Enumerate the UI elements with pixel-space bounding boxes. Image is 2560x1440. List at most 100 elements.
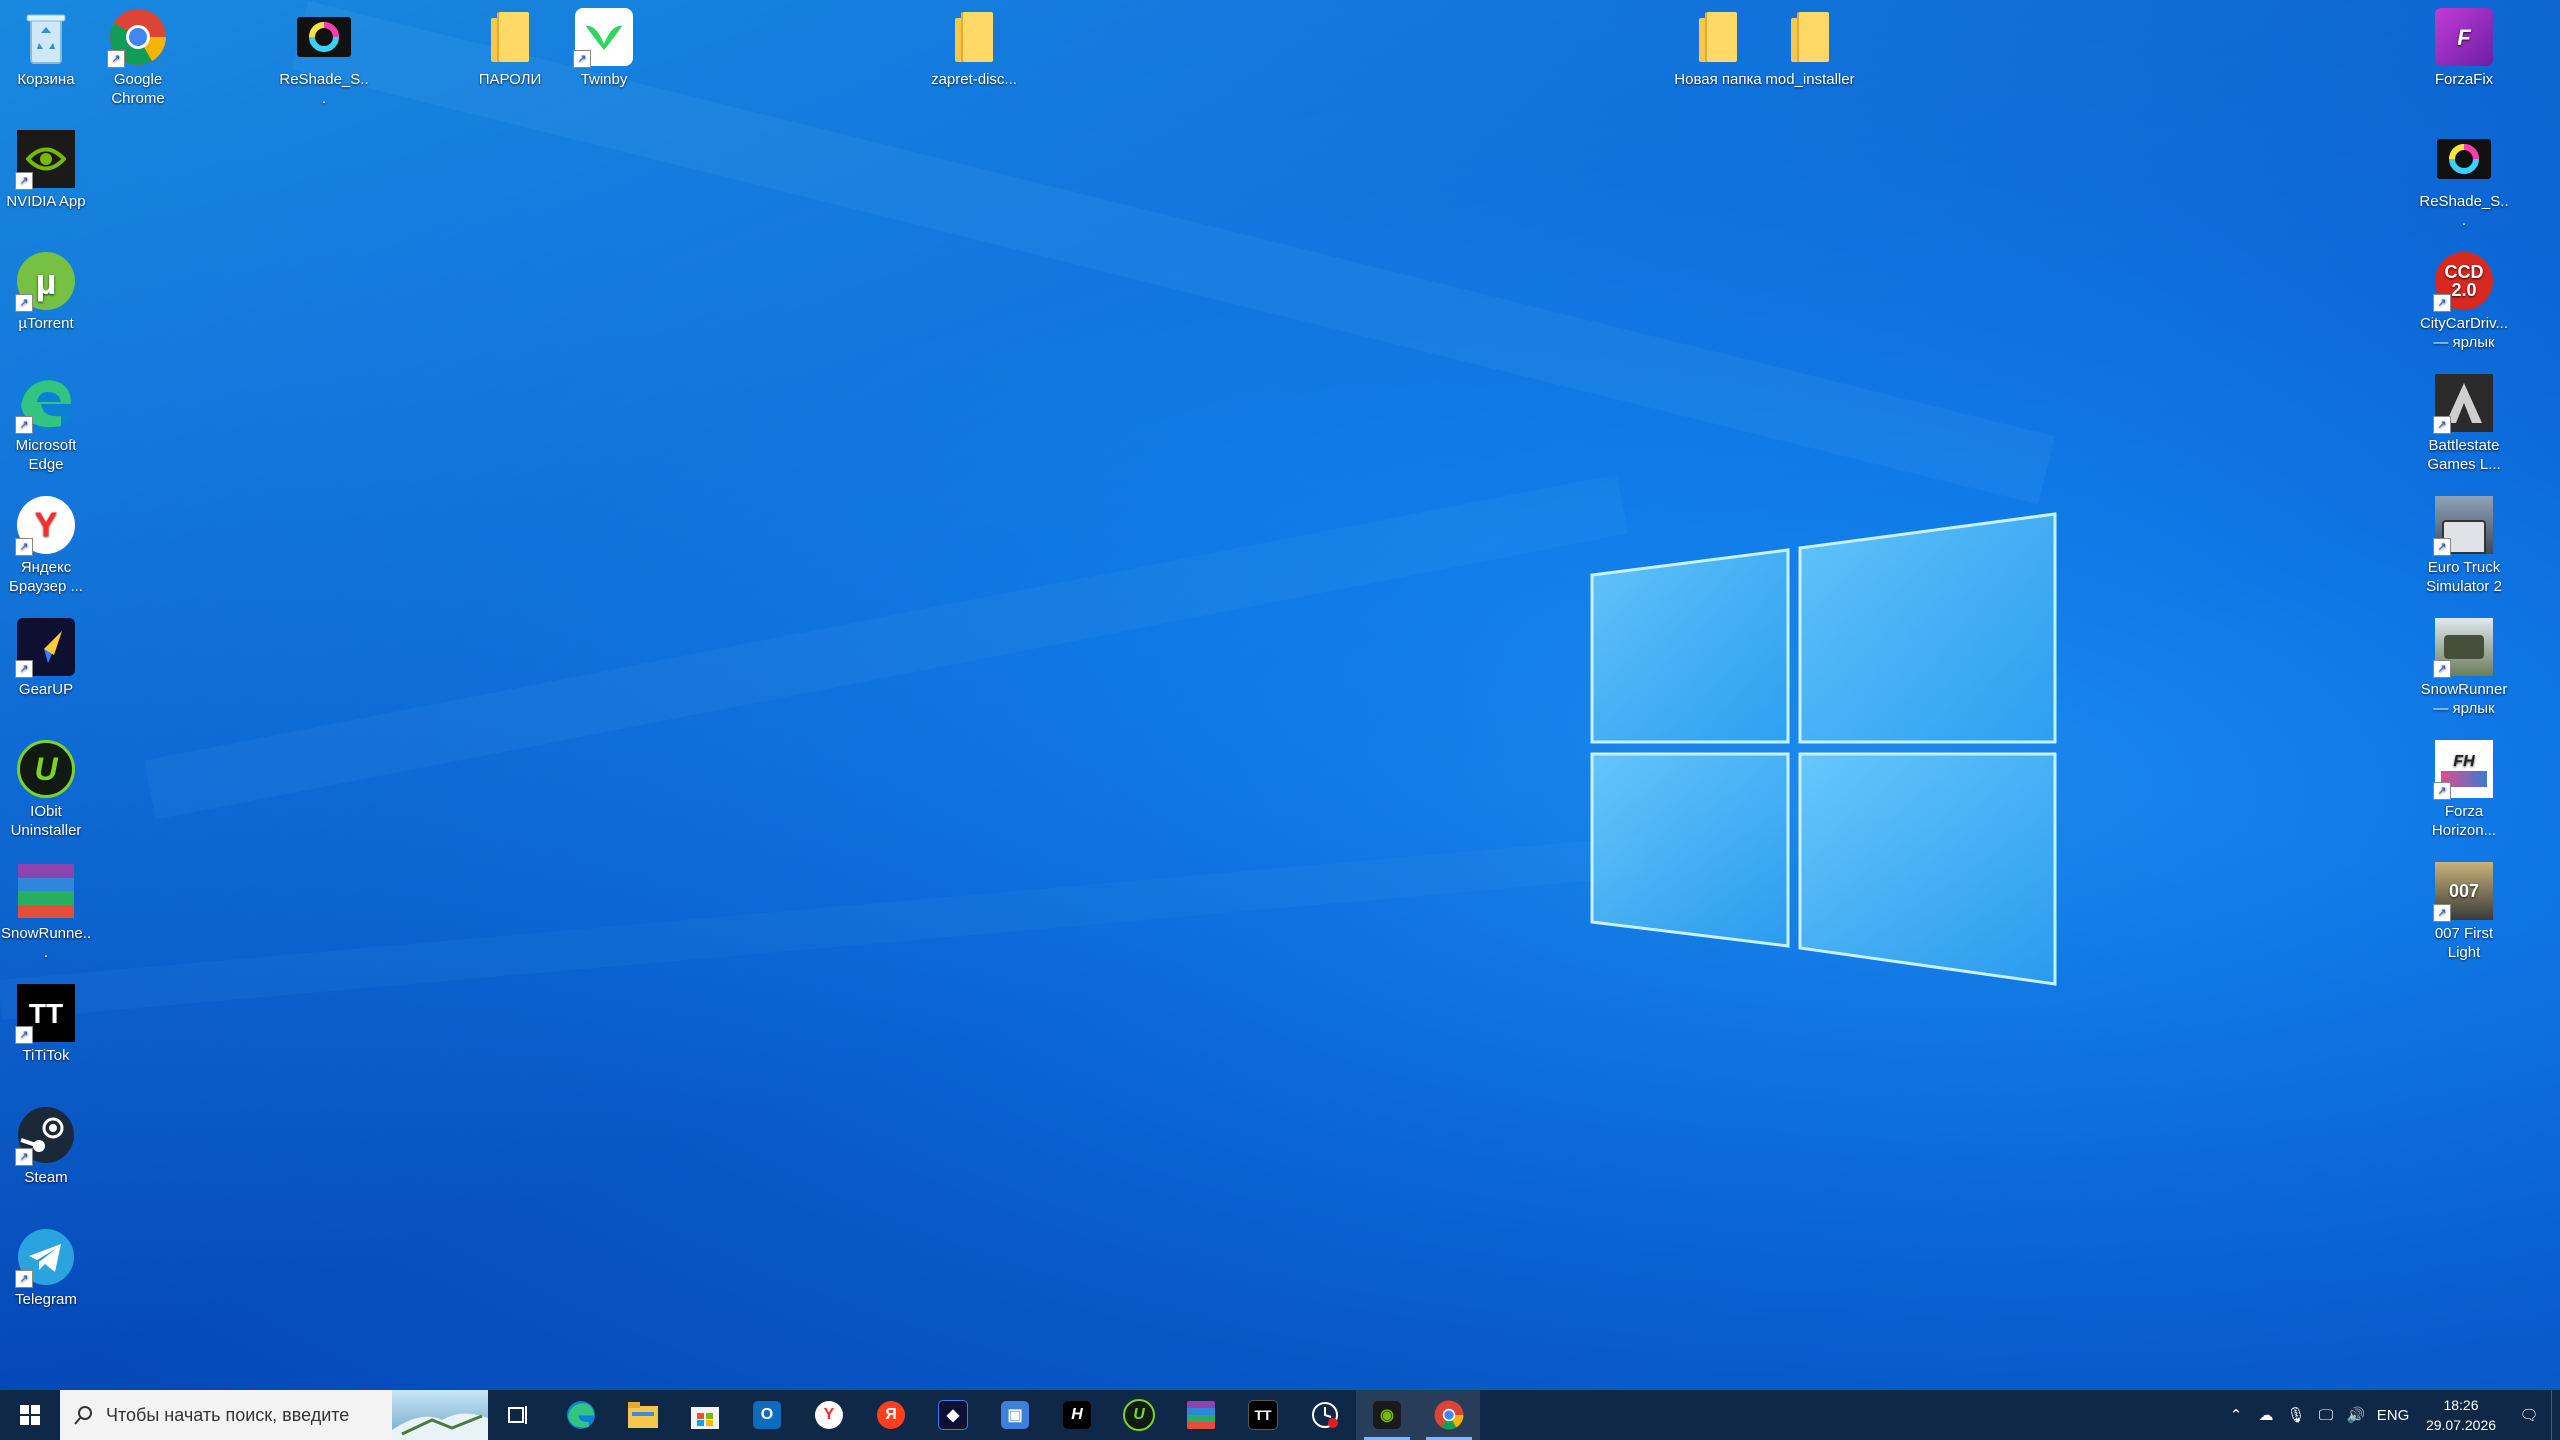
desktop-icon-euro-truck-simulator-2[interactable]: ↗ Euro Truck Simulator 2: [2418, 494, 2510, 596]
taskbar-outlook[interactable]: O: [736, 1390, 798, 1440]
desktop-icon-snowrunner[interactable]: ↗ SnowRunner — ярлык: [2418, 616, 2510, 718]
nvidia-icon: ◉: [1373, 1401, 1401, 1429]
taskbar-tititok[interactable]: TT: [1232, 1390, 1294, 1440]
desktop-icon-telegram[interactable]: ↗ Telegram: [0, 1226, 92, 1309]
search-icon: [74, 1406, 92, 1425]
taskbar-yandex-browser[interactable]: Y: [798, 1390, 860, 1440]
taskbar-microsoft-store[interactable]: [674, 1390, 736, 1440]
desktop-icon-folder-paroli[interactable]: ПАРОЛИ: [464, 6, 556, 89]
desktop-icon-label: Euro Truck Simulator 2: [2426, 559, 2502, 595]
windows-start-icon: [20, 1405, 40, 1425]
taskbar-winrar[interactable]: [1170, 1390, 1232, 1440]
clock-time: 18:26: [2443, 1397, 2479, 1413]
desktop-icon-tititok[interactable]: TT ↗ TiTiTok: [0, 982, 92, 1065]
desktop-icon-reshade[interactable]: ReShade_S...: [278, 6, 370, 108]
taskbar-control-panel[interactable]: ▣: [984, 1390, 1046, 1440]
desktop-icon-007-first-light[interactable]: 007 ↗ 007 First Light: [2418, 860, 2510, 962]
wallpaper: [0, 0, 2560, 1390]
shortcut-arrow-icon: ↗: [15, 294, 33, 312]
desktop-icon-reshade-2[interactable]: ReShade_S...: [2418, 128, 2510, 230]
desktop-icon-label: Microsoft Edge: [15, 437, 77, 473]
tray-onedrive[interactable]: ☁: [2251, 1390, 2281, 1440]
desktop-icon-recycle-bin[interactable]: Корзина: [0, 6, 92, 89]
desktop-icon-yandex-browser[interactable]: Y ↗ Яндекс Браузер ...: [0, 494, 92, 596]
taskbar-hitman[interactable]: H: [1046, 1390, 1108, 1440]
taskbar: Чтобы начать поиск, введите O Y Я ◆ ▣ H …: [0, 1390, 2560, 1440]
desktop-icon-google-chrome[interactable]: ↗ Google Chrome: [92, 6, 184, 108]
start-button[interactable]: [0, 1390, 60, 1440]
taskbar-file-explorer[interactable]: [612, 1390, 674, 1440]
shortcut-arrow-icon: ↗: [573, 50, 591, 68]
tititok-icon: TT: [1248, 1400, 1278, 1430]
steam-icon: ↗: [15, 1104, 77, 1166]
winrar-icon: [15, 860, 77, 922]
microsoft-store-icon: [691, 1407, 719, 1429]
shortcut-arrow-icon: ↗: [15, 538, 33, 556]
battlestate-icon: ↗: [2433, 372, 2495, 434]
iobit-icon: U: [1123, 1399, 1155, 1431]
microphone-icon: 🎙: [2286, 1407, 2306, 1424]
desktop-icon-label: Battlestate Games L...: [2427, 437, 2501, 473]
desktop-icon-label: Google Chrome: [111, 71, 165, 107]
taskbar-clock-app[interactable]: [1294, 1390, 1356, 1440]
taskbar-gearup[interactable]: ◆: [922, 1390, 984, 1440]
shortcut-arrow-icon: ↗: [15, 1148, 33, 1166]
gearup-icon: ↗: [15, 616, 77, 678]
edge-icon: ↗: [15, 372, 77, 434]
desktop-icon-battlestate[interactable]: ↗ Battlestate Games L...: [2418, 372, 2510, 474]
desktop-icon-label: IObit Uninstaller: [10, 803, 82, 839]
recycle-bin-icon: [15, 6, 77, 68]
search-placeholder: Чтобы начать поиск, введите: [106, 1404, 350, 1425]
desktop-icon-label: Корзина: [17, 71, 75, 88]
cloud-icon: ☁: [2258, 1407, 2274, 1424]
shortcut-arrow-icon: ↗: [15, 1270, 33, 1288]
taskbar-nvidia[interactable]: ◉: [1356, 1390, 1418, 1440]
tray-network[interactable]: 🖵: [2311, 1390, 2341, 1440]
desktop-icon-forza-horizon[interactable]: FH ↗ Forza Horizon...: [2418, 738, 2510, 840]
desktop-icon-nvidia-app[interactable]: ↗ NVIDIA App: [0, 128, 92, 211]
hitman-icon: H: [1063, 1401, 1091, 1429]
tray-volume[interactable]: 🔊: [2341, 1390, 2371, 1440]
tray-clock[interactable]: 18:26 29.07.2026: [2421, 1395, 2501, 1435]
file-explorer-icon: [628, 1402, 658, 1428]
desktop-icon-microsoft-edge[interactable]: ↗ Microsoft Edge: [0, 372, 92, 474]
taskbar-iobit[interactable]: U: [1108, 1390, 1170, 1440]
network-icon: 🖵: [2318, 1406, 2334, 1424]
taskbar-edge[interactable]: [550, 1390, 612, 1440]
shortcut-arrow-icon: ↗: [15, 660, 33, 678]
shortcut-arrow-icon: ↗: [2433, 660, 2451, 678]
folder-icon: [1779, 6, 1841, 68]
folder-icon: [1687, 6, 1749, 68]
action-center-button[interactable]: 🗨: [2507, 1390, 2551, 1440]
desktop-icon-folder-mod-installer[interactable]: mod_installer: [1764, 6, 1856, 89]
desktop-icon-utorrent[interactable]: µ ↗ µTorrent: [0, 250, 92, 333]
taskbar-yandex[interactable]: Я: [860, 1390, 922, 1440]
desktop-icon-label: Twinby: [580, 71, 628, 88]
shortcut-arrow-icon: ↗: [2433, 904, 2451, 922]
taskbar-chrome[interactable]: [1418, 1390, 1480, 1440]
tray-language[interactable]: ENG: [2371, 1390, 2415, 1440]
chrome-icon: ↗: [107, 6, 169, 68]
iobit-icon: U: [15, 738, 77, 800]
desktop-icon-citycardriving[interactable]: CCD 2.0 ↗ CityCarDriv... — ярлык: [2418, 250, 2510, 352]
volume-icon: 🔊: [2346, 1407, 2366, 1424]
desktop-icon-twinby[interactable]: ↗ Twinby: [558, 6, 650, 89]
taskbar-task-view[interactable]: [488, 1390, 550, 1440]
shortcut-arrow-icon: ↗: [15, 172, 33, 190]
desktop-icon-folder-zapret[interactable]: zapret-disc...: [928, 6, 1020, 89]
desktop-icon-snowrunner-archive[interactable]: SnowRunne...: [0, 860, 92, 962]
folder-icon: [479, 6, 541, 68]
desktop-icon-label: Forza Horizon...: [2431, 803, 2497, 839]
desktop-icon-folder-new[interactable]: Новая папка: [1672, 6, 1764, 89]
desktop-icon-gearup[interactable]: ↗ GearUP: [0, 616, 92, 699]
desktop-icon-steam[interactable]: ↗ Steam: [0, 1104, 92, 1187]
desktop-icon-iobit-uninstaller[interactable]: U IObit Uninstaller: [0, 738, 92, 840]
desktop[interactable]: Корзина ↗ Google Chrome ReShade_S... ПАР…: [0, 0, 2560, 1390]
tray-show-hidden[interactable]: ⌃: [2221, 1390, 2251, 1440]
desktop-icon-forzafix[interactable]: F ForzaFix: [2418, 6, 2510, 89]
show-desktop-button[interactable]: [2551, 1390, 2560, 1440]
desktop-icon-label: NVIDIA App: [6, 193, 86, 210]
tray-microphone[interactable]: 🎙: [2281, 1390, 2311, 1440]
search-box[interactable]: Чтобы начать поиск, введите: [60, 1390, 488, 1440]
desktop-icon-label: TiTiTok: [22, 1047, 70, 1064]
